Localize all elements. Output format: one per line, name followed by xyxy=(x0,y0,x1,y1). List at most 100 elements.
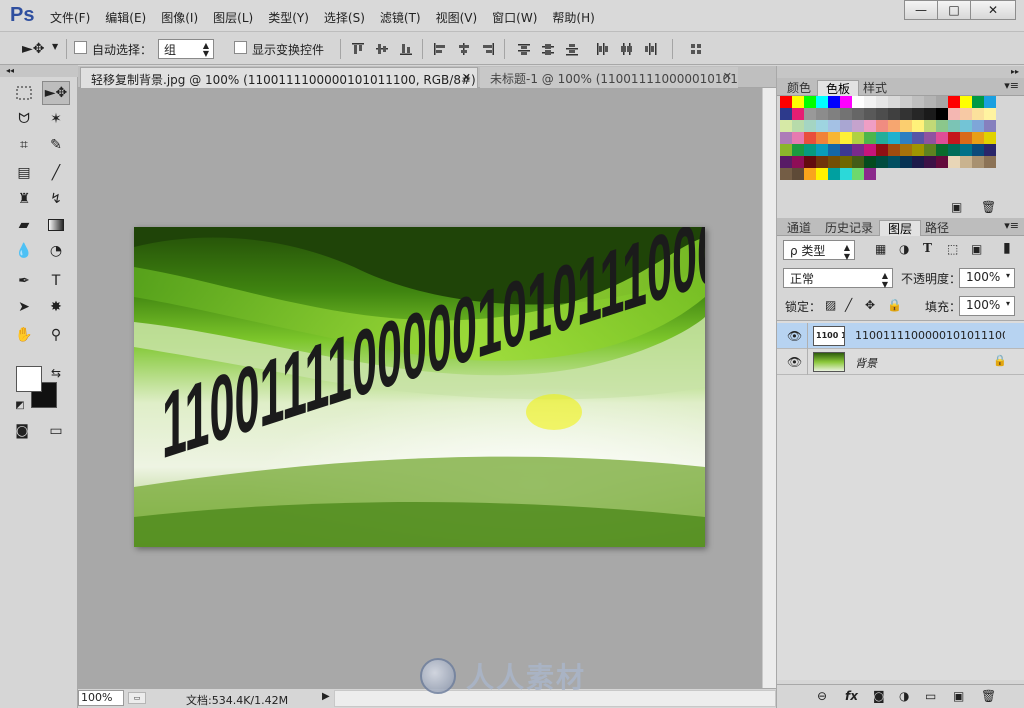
filter-type-icon[interactable]: T xyxy=(923,241,932,255)
blend-mode-dropdown[interactable]: 正常 ▲ ▼ xyxy=(783,268,893,289)
color-swatch[interactable] xyxy=(900,144,912,156)
align-right-icon[interactable] xyxy=(476,40,500,58)
color-swatch[interactable] xyxy=(960,144,972,156)
color-swatch[interactable] xyxy=(960,120,972,132)
color-swatch[interactable] xyxy=(948,132,960,144)
minimize-button[interactable]: — xyxy=(904,0,938,20)
tab-layers[interactable]: 图层 xyxy=(879,220,922,236)
align-bottom-icon[interactable] xyxy=(394,40,418,58)
color-swatch[interactable] xyxy=(816,120,828,132)
eyedropper-tool-icon[interactable]: ✎ xyxy=(42,133,70,157)
color-swatch[interactable] xyxy=(816,132,828,144)
panel-menu-icon[interactable]: ▾≡ xyxy=(1004,79,1019,92)
gradient-tool-icon[interactable] xyxy=(42,213,70,237)
color-swatch[interactable] xyxy=(804,156,816,168)
filter-adjustment-icon[interactable]: ◑ xyxy=(899,242,909,256)
color-swatch[interactable] xyxy=(984,144,996,156)
default-colors-icon[interactable]: ◩ xyxy=(6,393,34,417)
lock-position-icon[interactable]: ✥ xyxy=(865,298,875,312)
color-swatch[interactable] xyxy=(828,120,840,132)
color-swatch[interactable] xyxy=(864,108,876,120)
align-left-icon[interactable] xyxy=(428,40,452,58)
color-swatch[interactable] xyxy=(924,108,936,120)
distribute-left-icon[interactable] xyxy=(590,40,614,58)
color-swatch[interactable] xyxy=(948,120,960,132)
distribute-bottom-icon[interactable] xyxy=(560,40,584,58)
color-swatch[interactable] xyxy=(972,96,984,108)
color-swatch[interactable] xyxy=(984,108,996,120)
color-swatch[interactable] xyxy=(876,120,888,132)
vertical-scrollbar[interactable] xyxy=(762,88,776,688)
path-selection-tool-icon[interactable]: ➤ xyxy=(10,295,38,319)
color-swatch[interactable] xyxy=(852,96,864,108)
color-swatch[interactable] xyxy=(948,156,960,168)
color-swatch[interactable] xyxy=(792,108,804,120)
color-swatch[interactable] xyxy=(912,156,924,168)
color-swatch[interactable] xyxy=(888,144,900,156)
color-swatch[interactable] xyxy=(780,168,792,180)
distribute-hcenter-icon[interactable] xyxy=(614,40,638,58)
filter-shape-icon[interactable]: ⬚ xyxy=(947,242,958,256)
zoom-tool-icon[interactable]: ⚲ xyxy=(42,323,70,347)
color-swatch[interactable] xyxy=(828,168,840,180)
auto-align-icon[interactable] xyxy=(684,40,708,58)
color-swatch[interactable] xyxy=(912,144,924,156)
filter-pixel-icon[interactable]: ▦ xyxy=(875,242,886,256)
eye-icon[interactable]: 👁 xyxy=(787,355,802,369)
color-swatch[interactable] xyxy=(900,156,912,168)
menu-layer[interactable]: 图层(L) xyxy=(213,9,253,26)
color-swatch[interactable] xyxy=(852,120,864,132)
color-swatch[interactable] xyxy=(888,156,900,168)
tab-color[interactable]: 颜色 xyxy=(779,80,819,96)
color-swatch[interactable] xyxy=(900,132,912,144)
color-swatch[interactable] xyxy=(888,132,900,144)
color-swatch[interactable] xyxy=(780,108,792,120)
color-swatch[interactable] xyxy=(924,156,936,168)
tab-document-active[interactable]: 轻移复制背景.jpg @ 100% (110011110000010101110… xyxy=(80,67,478,88)
color-swatch[interactable] xyxy=(840,132,852,144)
color-swatch[interactable] xyxy=(972,144,984,156)
color-swatch[interactable] xyxy=(816,144,828,156)
close-icon[interactable]: ✕ xyxy=(723,70,732,83)
new-layer-icon[interactable]: ▣ xyxy=(953,689,964,703)
show-transform-checkbox[interactable] xyxy=(234,41,247,54)
color-swatch[interactable] xyxy=(864,144,876,156)
color-swatch[interactable] xyxy=(924,132,936,144)
color-swatch[interactable] xyxy=(888,108,900,120)
document-image[interactable]: 11001111000001010111000 ✥ xyxy=(134,227,705,547)
color-swatch[interactable] xyxy=(900,120,912,132)
color-swatch[interactable] xyxy=(972,156,984,168)
color-swatch[interactable] xyxy=(972,108,984,120)
color-swatch[interactable] xyxy=(972,132,984,144)
color-swatch[interactable] xyxy=(852,144,864,156)
color-swatch[interactable] xyxy=(816,96,828,108)
color-swatch[interactable] xyxy=(792,156,804,168)
healing-brush-tool-icon[interactable]: ▤ xyxy=(10,161,38,185)
color-swatch[interactable] xyxy=(792,120,804,132)
menu-edit[interactable]: 编辑(E) xyxy=(105,9,146,26)
new-swatch-icon[interactable]: ▣ xyxy=(951,200,962,214)
color-swatch[interactable] xyxy=(984,156,996,168)
clone-stamp-tool-icon[interactable]: ♜ xyxy=(10,187,38,211)
color-swatch[interactable] xyxy=(876,132,888,144)
color-swatch[interactable] xyxy=(888,96,900,108)
lock-all-icon[interactable]: 🔒 xyxy=(887,298,902,312)
color-swatch[interactable] xyxy=(864,132,876,144)
color-swatch[interactable] xyxy=(936,96,948,108)
color-swatch[interactable] xyxy=(876,96,888,108)
chevron-down-icon[interactable]: ▾ xyxy=(1006,299,1010,308)
history-brush-tool-icon[interactable]: ↯ xyxy=(42,187,70,211)
color-swatch[interactable] xyxy=(816,156,828,168)
color-swatch[interactable] xyxy=(780,156,792,168)
foreground-color-swatch[interactable] xyxy=(16,366,42,392)
color-swatch[interactable] xyxy=(840,108,852,120)
type-tool-icon[interactable]: T xyxy=(42,269,70,293)
filter-smart-object-icon[interactable]: ▣ xyxy=(971,242,982,256)
color-swatch[interactable] xyxy=(936,120,948,132)
blur-tool-icon[interactable]: 💧 xyxy=(10,239,38,263)
marquee-tool-icon[interactable] xyxy=(10,81,38,105)
canvas-area[interactable]: 11001111000001010111000 ✥ xyxy=(78,88,762,688)
group-icon[interactable]: ▭ xyxy=(925,689,936,703)
menu-type[interactable]: 类型(Y) xyxy=(268,9,309,26)
brush-tool-icon[interactable]: ╱ xyxy=(42,161,70,185)
